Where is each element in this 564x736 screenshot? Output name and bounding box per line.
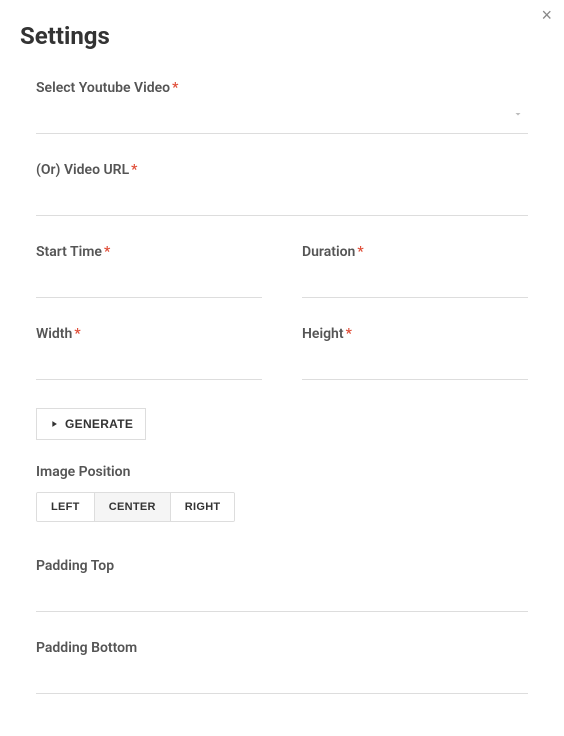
field-video-url: (Or) Video URL* (36, 162, 528, 216)
duration-input[interactable] (302, 266, 528, 298)
select-video-label-text: Select Youtube Video (36, 80, 170, 96)
row-size: Width* Height* (36, 326, 528, 408)
height-input[interactable] (302, 348, 528, 380)
generate-row: GENERATE (36, 408, 528, 440)
width-label: Width* (36, 326, 262, 342)
play-icon (49, 419, 59, 429)
field-start-time: Start Time* (36, 244, 262, 298)
video-url-input[interactable] (36, 184, 528, 216)
select-video-dropdown[interactable] (36, 102, 528, 134)
row-time: Start Time* Duration* (36, 244, 528, 326)
height-label-text: Height (302, 326, 344, 342)
image-position-left[interactable]: LEFT (37, 493, 94, 521)
field-width: Width* (36, 326, 262, 380)
width-label-text: Width (36, 326, 72, 342)
field-duration: Duration* (302, 244, 528, 298)
settings-panel: × Settings Select Youtube Video* (Or) Vi… (0, 0, 564, 694)
required-star: * (131, 162, 137, 178)
padding-bottom-input[interactable] (36, 662, 528, 694)
select-video-input[interactable] (36, 102, 528, 134)
image-position-label: Image Position (36, 464, 528, 480)
required-star: * (74, 326, 80, 342)
start-time-label-text: Start Time (36, 244, 102, 260)
field-height: Height* (302, 326, 528, 380)
close-button[interactable]: × (541, 6, 552, 24)
padding-top-input[interactable] (36, 580, 528, 612)
settings-form: Select Youtube Video* (Or) Video URL* St… (20, 80, 544, 694)
padding-bottom-label: Padding Bottom (36, 640, 528, 656)
field-select-video: Select Youtube Video* (36, 80, 528, 134)
image-position-group: LEFT CENTER RIGHT (36, 492, 235, 522)
generate-button[interactable]: GENERATE (36, 408, 146, 440)
page-title: Settings (20, 22, 544, 50)
required-star: * (357, 244, 363, 260)
close-icon: × (541, 5, 552, 25)
field-padding-bottom: Padding Bottom (36, 640, 528, 694)
video-url-label: (Or) Video URL* (36, 162, 528, 178)
select-video-label: Select Youtube Video* (36, 80, 528, 96)
start-time-input[interactable] (36, 266, 262, 298)
field-padding-top: Padding Top (36, 558, 528, 612)
generate-button-label: GENERATE (65, 417, 133, 431)
duration-label-text: Duration (302, 244, 355, 260)
image-position-center[interactable]: CENTER (94, 493, 170, 521)
image-position-right[interactable]: RIGHT (170, 493, 235, 521)
start-time-label: Start Time* (36, 244, 262, 260)
width-input[interactable] (36, 348, 262, 380)
required-star: * (104, 244, 110, 260)
required-star: * (346, 326, 352, 342)
padding-top-label: Padding Top (36, 558, 528, 574)
required-star: * (172, 80, 178, 96)
video-url-label-text: (Or) Video URL (36, 162, 129, 178)
height-label: Height* (302, 326, 528, 342)
duration-label: Duration* (302, 244, 528, 260)
